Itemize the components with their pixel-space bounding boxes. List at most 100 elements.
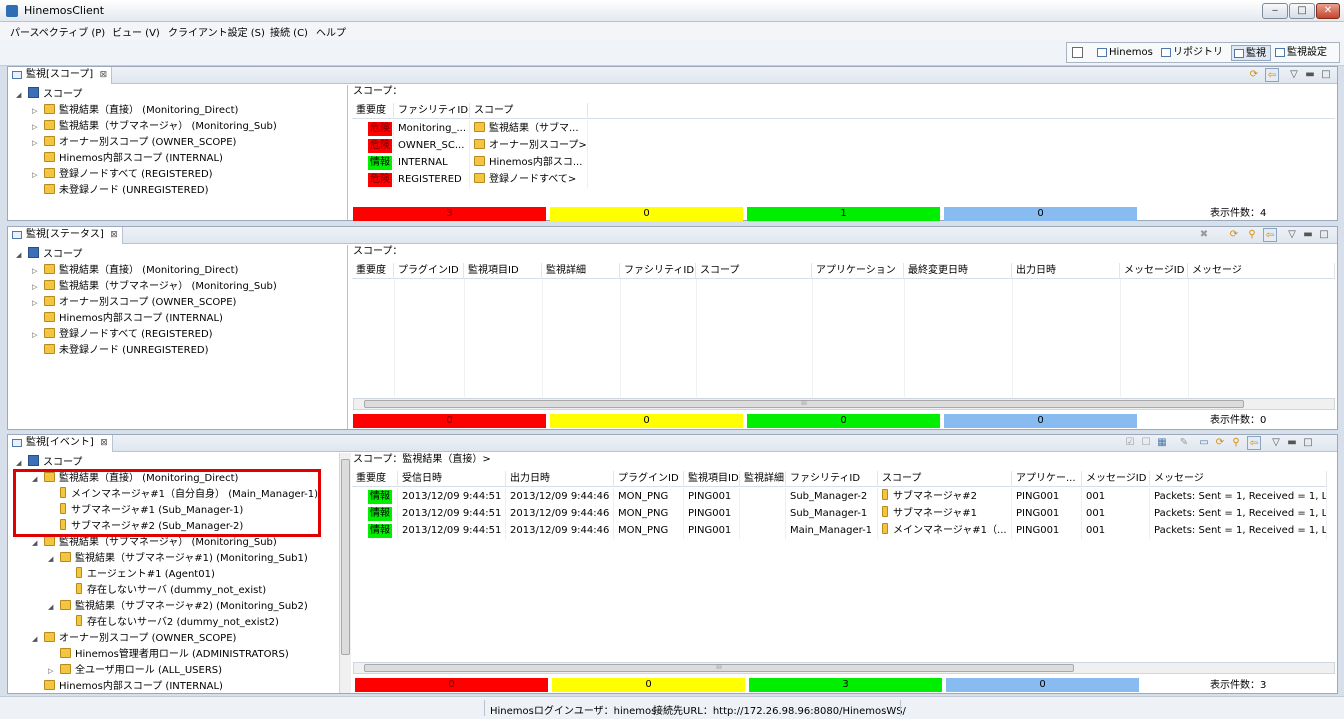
column-header[interactable]: プラグインID (614, 471, 684, 487)
perspective-repository[interactable]: リポジトリ (1159, 45, 1229, 61)
tab-status-view[interactable]: 監視[ステータス] ⊠ (8, 227, 123, 244)
close-window-button[interactable]: ✕ (1316, 3, 1340, 19)
expand-icon[interactable]: ▷ (48, 663, 53, 679)
tree-node-label: 存在しないサーバ2 (dummy_not_exist2) (87, 617, 279, 628)
column-header[interactable]: 監視項目ID (464, 263, 542, 279)
folder-icon (44, 152, 55, 162)
column-header[interactable]: メッセージID (1082, 471, 1150, 487)
refresh-icon[interactable]: ⟳ (1227, 228, 1241, 242)
minimize-button[interactable]: ‒ (1262, 3, 1288, 19)
expand-icon[interactable]: ▷ (32, 279, 37, 295)
scroll-thumb[interactable]: ⁞⁞⁞ (364, 664, 1074, 672)
column-header[interactable]: ファシリティID (786, 471, 878, 487)
view-menu-icon[interactable]: ▽ (1285, 228, 1299, 242)
confirm-icon[interactable]: ☑ (1123, 436, 1137, 450)
bulk-confirm-icon[interactable]: ▦ (1155, 436, 1169, 450)
maximize-view-icon[interactable]: □ (1301, 436, 1315, 450)
detail-icon[interactable]: ▭ (1197, 436, 1211, 450)
tab-scope-view[interactable]: 監視[スコープ] ⊠ (8, 67, 113, 84)
menu-perspective[interactable]: パースペクティブ (P) (10, 24, 105, 39)
horizontal-scrollbar[interactable]: ⁞⁞⁞ (353, 662, 1335, 674)
column-header[interactable]: 重要度 (352, 103, 394, 119)
close-tab-icon[interactable]: ⊠ (110, 227, 118, 243)
expand-icon[interactable]: ▷ (32, 103, 37, 119)
expand-icon[interactable]: ▷ (32, 327, 37, 343)
perspective-monitor-settings[interactable]: 監視設定 (1273, 45, 1339, 61)
maximize-button[interactable]: □ (1289, 3, 1315, 19)
perspective-monitor[interactable]: 監視 (1231, 45, 1271, 61)
table-row[interactable]: 危険 Monitoring_... 監視結果（サブマ... (352, 120, 588, 137)
close-tab-icon[interactable]: ⊠ (100, 435, 108, 451)
severity-cell: 危険 (364, 171, 394, 188)
back-icon[interactable]: ⇦ (1265, 68, 1279, 82)
event-table: 重要度 受信日時 出力日時 プラグインID 監視項目ID 監視詳細 ファシリティ… (352, 471, 1327, 661)
maximize-view-icon[interactable]: □ (1319, 68, 1333, 82)
refresh-icon[interactable]: ⟳ (1213, 436, 1227, 450)
filter-icon[interactable]: ⚲ (1229, 436, 1243, 450)
minimize-view-icon[interactable]: ▬ (1285, 436, 1299, 450)
minimize-view-icon[interactable]: ▬ (1301, 228, 1315, 242)
view-menu-icon[interactable]: ▽ (1287, 68, 1301, 82)
table-row[interactable]: 危険 REGISTERED 登録ノードすべて> (352, 171, 588, 188)
column-header[interactable]: 最終変更日時 (904, 263, 1012, 279)
comment-icon[interactable]: ✎ (1177, 436, 1191, 450)
menu-client-settings[interactable]: クライアント設定 (S) (168, 24, 265, 39)
expand-icon[interactable]: ▷ (32, 135, 37, 151)
column-header[interactable]: 監視項目ID (684, 471, 740, 487)
severity-count-bar: 3 0 1 0 (353, 207, 1143, 221)
column-header[interactable]: スコープ (696, 263, 812, 279)
column-header[interactable]: 監視詳細 (740, 471, 786, 487)
collapse-icon[interactable]: ◢ (16, 247, 21, 263)
column-header[interactable]: メッセージ (1150, 471, 1327, 487)
delete-icon[interactable]: ✖ (1197, 228, 1211, 242)
column-header[interactable]: ファシリティID (620, 263, 696, 279)
tree-vertical-scrollbar[interactable] (339, 453, 351, 693)
horizontal-scrollbar[interactable]: ⁞⁞⁞ (353, 398, 1335, 410)
table-row[interactable]: 情報 INTERNAL Hinemos内部スコ... (352, 154, 588, 171)
column-header[interactable]: アプリケー... (1012, 471, 1082, 487)
collapse-icon[interactable]: ◢ (48, 551, 53, 567)
column-header[interactable]: スコープ (470, 103, 588, 119)
column-header[interactable]: メッセージ (1188, 263, 1335, 279)
tab-event-view[interactable]: 監視[イベント] ⊠ (8, 435, 113, 452)
column-header[interactable]: 重要度 (352, 263, 394, 279)
table-row[interactable]: 情報 2013/12/09 9:44:51 2013/12/09 9:44:46 MO… (352, 522, 1327, 539)
column-header[interactable]: アプリケーション (812, 263, 904, 279)
back-icon[interactable]: ⇦ (1247, 436, 1261, 450)
menu-connect[interactable]: 接続 (C) (270, 24, 308, 39)
view-menu-icon[interactable]: ▽ (1269, 436, 1283, 450)
column-header[interactable]: 受信日時 (398, 471, 506, 487)
unconfirm-icon[interactable]: ☐ (1139, 436, 1153, 450)
column-header[interactable]: 出力日時 (506, 471, 614, 487)
collapse-icon[interactable]: ◢ (48, 599, 53, 615)
column-header[interactable]: スコープ (878, 471, 1012, 487)
expand-icon[interactable]: ▷ (32, 295, 37, 311)
column-header[interactable]: 重要度 (352, 471, 398, 487)
refresh-icon[interactable]: ⟳ (1247, 68, 1261, 82)
maximize-view-icon[interactable]: □ (1317, 228, 1331, 242)
filter-icon[interactable]: ⚲ (1245, 228, 1259, 242)
minimize-view-icon[interactable]: ▬ (1303, 68, 1317, 82)
perspective-hinemos[interactable]: Hinemos (1095, 45, 1155, 61)
menu-view[interactable]: ビュー (V) (112, 24, 160, 39)
collapse-icon[interactable]: ◢ (16, 87, 21, 103)
back-icon[interactable]: ⇦ (1263, 228, 1277, 242)
column-header[interactable]: 監視詳細 (542, 263, 620, 279)
collapse-icon[interactable]: ◢ (32, 535, 37, 551)
column-header[interactable]: ファシリティID (394, 103, 470, 119)
column-header[interactable]: プラグインID (394, 263, 464, 279)
expand-icon[interactable]: ▷ (32, 167, 37, 183)
table-row[interactable]: 危険 OWNER_SC... オーナー別スコープ> (352, 137, 588, 154)
close-tab-icon[interactable]: ⊠ (100, 67, 108, 83)
scroll-thumb[interactable]: ⁞⁞⁞ (364, 400, 1244, 408)
collapse-icon[interactable]: ◢ (32, 631, 37, 647)
column-header[interactable]: 出力日時 (1012, 263, 1120, 279)
expand-icon[interactable]: ▷ (32, 263, 37, 279)
open-perspective-icon[interactable] (1072, 47, 1083, 58)
column-header[interactable]: メッセージID (1120, 263, 1188, 279)
table-row[interactable]: 情報 2013/12/09 9:44:51 2013/12/09 9:44:46 MO… (352, 488, 1327, 505)
menu-help[interactable]: ヘルプ (316, 24, 346, 39)
scroll-thumb[interactable] (341, 459, 350, 655)
expand-icon[interactable]: ▷ (32, 119, 37, 135)
table-row[interactable]: 情報 2013/12/09 9:44:51 2013/12/09 9:44:46 MO… (352, 505, 1327, 522)
